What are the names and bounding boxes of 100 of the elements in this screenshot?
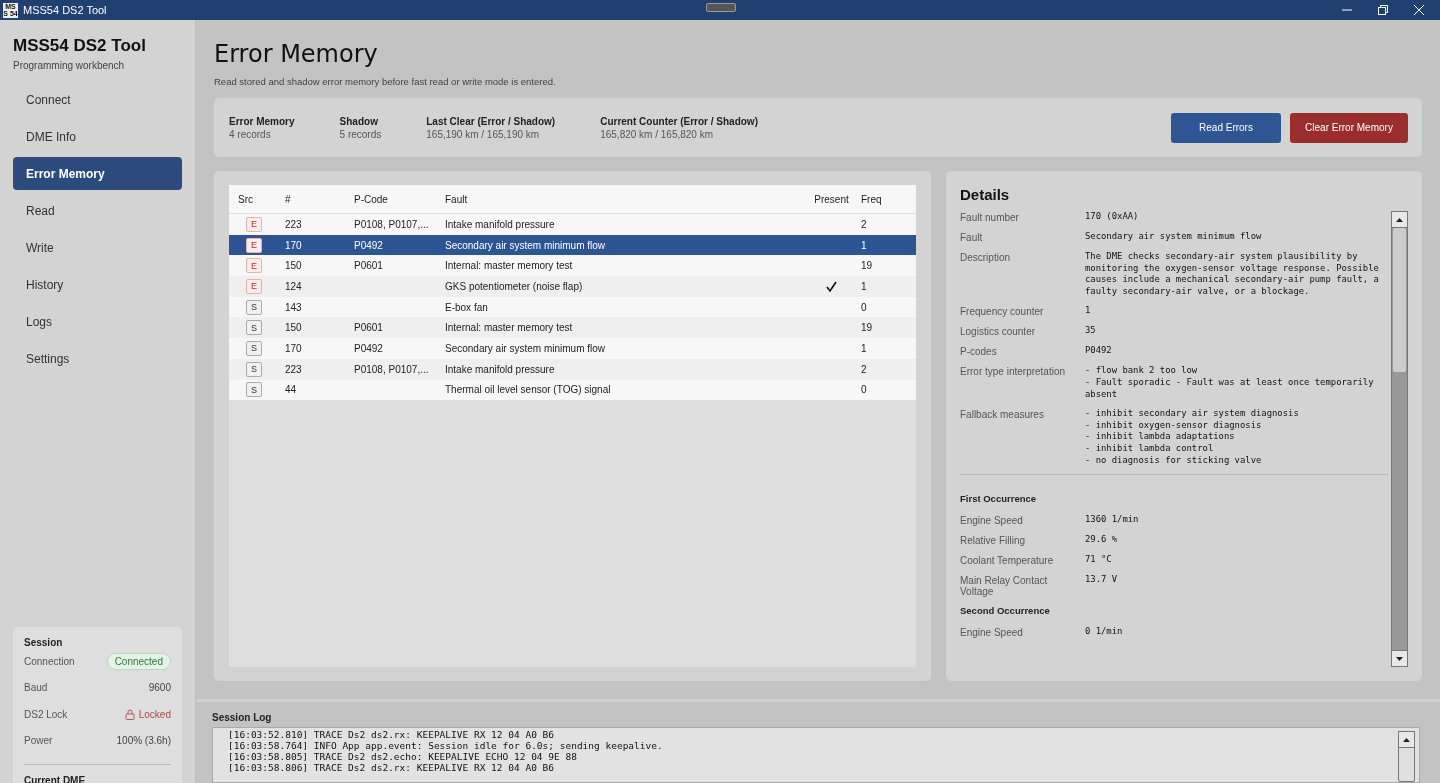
- close-icon[interactable]: [1414, 5, 1424, 15]
- scroll-down-icon[interactable]: [1396, 656, 1403, 661]
- table-cell-text: Secondary air system minimum flow: [445, 239, 607, 251]
- table-cell-text: GKS potentiometer (noise flap): [445, 280, 584, 292]
- table-row[interactable]: E 223 P0108, P0107,... Intake manifold pressure 2: [229, 214, 916, 235]
- log-line: [16:03:58.764] INFO App app.event: Session idle for 6.0s; sending keepalive.: [228, 740, 664, 751]
- table-cell-text: 19: [861, 322, 874, 334]
- table-cell: P0601: [354, 322, 383, 334]
- scrollbar[interactable]: [1391, 211, 1408, 667]
- scroll-thumb[interactable]: [1393, 228, 1406, 372]
- table-cell: P0492: [354, 342, 383, 354]
- clear-button[interactable]: Clear Error Memory: [1290, 112, 1408, 143]
- scrollbar[interactable]: [1398, 731, 1415, 782]
- scroll-up-icon[interactable]: [1403, 737, 1410, 742]
- table-row[interactable]: E 124 GKS potentiometer (noise flap) 1: [229, 276, 916, 297]
- lock-icon: [124, 708, 135, 720]
- lock-status: Locked: [138, 708, 171, 720]
- table-row[interactable]: S 44 Thermal oil level sensor (TOG) signal 0: [229, 379, 916, 401]
- source-badge: E: [246, 258, 262, 274]
- details-title: Details: [960, 186, 1011, 203]
- window-title: MSS54 DS2 Tool: [23, 4, 107, 16]
- table-row[interactable]: E 150 P0601 Internal: master memory test 19: [229, 255, 916, 277]
- field-label: Coolant Temperature: [960, 554, 1055, 567]
- page-subtitle: Read stored and shadow error memory before fast read or write mode is entered.: [214, 76, 557, 87]
- table-row[interactable]: S 143 E-box fan 0: [229, 296, 916, 318]
- nav-item[interactable]: Connect: [13, 83, 182, 116]
- field-label: Engine Speed: [960, 626, 1024, 639]
- field-value: 1360 1/min: [1085, 514, 1140, 527]
- drag-handle[interactable]: [706, 3, 736, 12]
- source-badge: E: [246, 216, 262, 232]
- column-header[interactable]: Src: [229, 193, 285, 205]
- nav-item[interactable]: DME Info: [13, 120, 182, 153]
- nav-item[interactable]: Read: [13, 194, 182, 227]
- table-cell-text: 44: [285, 384, 298, 396]
- field-label: Fallback measures: [960, 408, 1045, 423]
- session-value: 100% (3.6h): [116, 735, 171, 747]
- table-cell-text: 0: [861, 384, 868, 396]
- status-pill: Connected: [106, 652, 171, 670]
- table-row[interactable]: S 170 P0492 Secondary air system minimum flow 1: [229, 338, 916, 359]
- stat-label: Current Counter (Error / Shadow): [600, 115, 758, 127]
- scroll-up-icon[interactable]: [1396, 217, 1403, 222]
- stat-label: Error Memory: [229, 115, 295, 127]
- field-value: - flow bank 2 too low - Fault sporadic - Fault was at least once temporarily absent: [1085, 365, 1375, 401]
- restore-icon[interactable]: [1378, 5, 1388, 15]
- nav-item[interactable]: Settings: [13, 342, 182, 375]
- column-header[interactable]: P-Code: [354, 193, 445, 205]
- source-badge: S: [246, 361, 262, 377]
- nav-item[interactable]: Logs: [13, 305, 182, 338]
- table-cell-text: Secondary air system minimum flow: [445, 342, 607, 354]
- field-label: Main Relay Contact Voltage: [960, 574, 1049, 598]
- page-title: Error Memory: [214, 40, 379, 68]
- table-cell-text: 1: [861, 280, 868, 292]
- nav-item[interactable]: Error Memory: [13, 157, 182, 190]
- table-cell-text: 0: [861, 301, 868, 313]
- stat-value: 165,190 km / 165,190 km: [426, 128, 541, 140]
- stat-label: Shadow: [339, 115, 379, 127]
- field-value: 35: [1085, 325, 1097, 338]
- source-badge: E: [246, 237, 262, 253]
- stat-value: 4 records: [229, 128, 272, 140]
- read-button[interactable]: Read Errors: [1171, 112, 1281, 143]
- table-row[interactable]: E 170 P0492 Secondary air system minimum flow 1: [229, 234, 916, 256]
- field-value: P0492: [1085, 345, 1113, 358]
- log-line: [16:03:58.805] TRACE Ds2 ds2.echo: KEEPALIVE ECHO 12 04 9E 88: [228, 751, 578, 762]
- log-title: Session Log: [212, 712, 273, 723]
- field-value: 0 1/min: [1085, 626, 1124, 639]
- table-cell-text: 1: [861, 239, 868, 251]
- column-header[interactable]: Fault: [445, 193, 802, 205]
- table-cell-text: Internal: master memory test: [445, 322, 574, 334]
- field-value: - inhibit secondary air system diagnosis - inhibit oxygen-sensor diagnosis - inhibit lambda adaptations - inhibit lambda control - no diagnosis for sticking valve: [1085, 408, 1300, 467]
- column-header[interactable]: Present: [802, 193, 861, 205]
- field-value: 71 °C: [1085, 554, 1113, 567]
- table-row[interactable]: S 223 P0108, P0107,... Intake manifold pressure 2: [229, 358, 916, 380]
- field-label: Frequency counter: [960, 305, 1045, 318]
- field-label: Engine Speed: [960, 514, 1024, 527]
- field-value: 170 (0xAA): [1085, 211, 1140, 223]
- table-cell-text: 143: [285, 301, 303, 313]
- stat-value: 5 records: [339, 128, 382, 140]
- column-header[interactable]: #: [285, 193, 354, 205]
- source-badge: S: [246, 299, 262, 315]
- table-cell-text: E-box fan: [445, 301, 489, 313]
- source-badge: S: [246, 340, 262, 356]
- column-header[interactable]: Freq: [861, 193, 911, 205]
- field-label: Logistics counter: [960, 325, 1037, 338]
- table-cell-text: 223: [285, 363, 303, 375]
- app-title: MSS54 DS2 Tool: [13, 36, 147, 56]
- table-cell: P0601: [354, 260, 383, 272]
- field-value: Secondary air system minimum flow: [1085, 231, 1263, 243]
- session-label: DS2 Lock: [24, 708, 68, 720]
- field-value: 1: [1085, 305, 1092, 318]
- table-cell-text: Thermal oil level sensor (TOG) signal: [445, 384, 612, 396]
- session-value: 9600: [148, 682, 171, 694]
- nav-item[interactable]: Write: [13, 231, 182, 264]
- table-cell-text: Intake manifold pressure: [445, 363, 556, 375]
- source-badge: S: [246, 320, 262, 336]
- stat-label: Last Clear (Error / Shadow): [426, 115, 556, 127]
- field-label: Fault number: [960, 211, 1020, 223]
- table-row[interactable]: S 150 P0601 Internal: master memory test 19: [229, 317, 916, 339]
- table-cell: P0492: [354, 239, 383, 251]
- nav-item[interactable]: History: [13, 268, 182, 301]
- table-cell-text: 170: [285, 342, 303, 354]
